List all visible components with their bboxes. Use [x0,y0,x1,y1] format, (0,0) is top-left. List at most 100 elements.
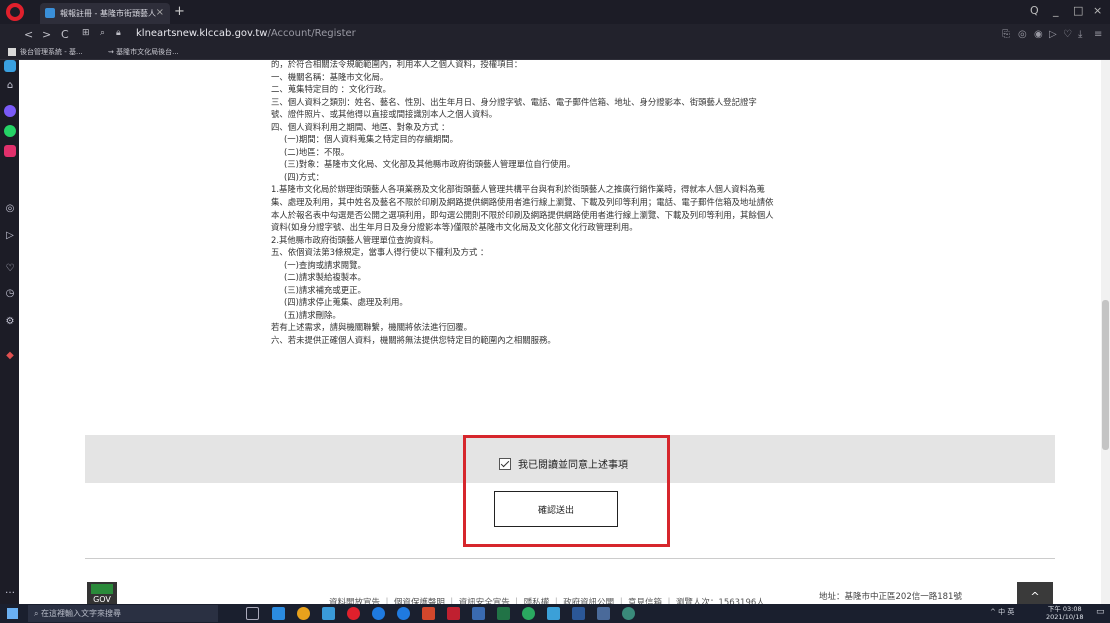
taskbar-clock[interactable]: 下午 03:08 2021/10/18 [1046,605,1083,621]
browser-sidebar: ⌂ ◎ ▷ ♡ ◷ ⚙ ◆ … [0,60,19,604]
search-tabs-icon[interactable]: Q [1030,4,1039,17]
bookmark-item[interactable]: 後台管理系統 - 基... [8,47,83,57]
powerpoint-icon[interactable] [422,607,435,620]
terms-line: (一)查詢或請求閱覽。 [284,259,366,270]
address-bar: < > C ⊞ ⌕ 🔒︎ klneartsnew.klccab.gov.tw/A… [0,24,1110,46]
back-to-top-button[interactable]: ^ [1017,582,1053,604]
terms-line: (四)方式： [284,171,325,182]
word-icon[interactable] [572,607,585,620]
tab-close-icon[interactable]: × [156,7,164,18]
footer-links[interactable]: 資料開放宣告 ｜ 個資保護聲明 ｜ 資訊安全宣告 ｜ 隱私權 ｜ 政府資訊公開 … [329,596,765,604]
terms-line: 四、個人資料利用之期間、地區、對象及方式 ： [271,121,450,132]
browser-tab-active[interactable]: 報報註冊 - 基隆市街頭藝人 × [40,3,170,24]
page-scrollbar[interactable] [1101,60,1110,604]
easy-setup-icon[interactable]: ≡ [1094,29,1102,40]
terms-line: (三)對象：基隆市文化局、文化部及其他縣市政府街頭藝人管理單位自行使用。 [284,159,576,170]
vpn-icon[interactable]: ◉ [1034,29,1043,40]
url-path: /Account/Register [267,28,356,39]
player-icon[interactable]: ▷ [1049,29,1057,40]
browser-tab-bar: 報報註冊 - 基隆市街頭藝人 × + Q _ □ × [0,0,1110,24]
photos-icon[interactable] [597,607,610,620]
notification-icon[interactable]: ▭ [1096,607,1105,617]
opera-taskbar-icon[interactable] [347,607,360,620]
send-icon[interactable]: ▷ [3,230,17,241]
terms-line: 六、若未提供正確個人資料，機關將無法提供您特定目的範圍內之相關服務。 [271,335,556,346]
terms-line: 若有上述需求，請與機關聯繫，機關將依法進行回覆。 [271,322,472,333]
edge-icon[interactable] [372,607,385,620]
gov-logo[interactable]: GOV [87,582,117,604]
whatsapp-icon[interactable] [4,125,16,137]
line-icon[interactable] [522,607,535,620]
footer-address: 地址：基隆市中正區202信一路181號 [819,592,962,602]
camera-icon[interactable]: ◎ [1018,29,1027,40]
terms-line: 三、個人資料之類別：姓名、藝名、性別、出生年月日、身分證字號、電話、電子郵件信箱… [271,96,757,107]
heart-sidebar-icon[interactable]: ♡ [3,263,17,274]
terms-line: 資料(如身分證字號、出生年月日及身分證影本等)僅限於基隆市文化局及文化部文化行政… [271,222,638,233]
terms-line: 五、依個資法第3條規定，當事人得行使以下權利及方式 ： [271,247,489,258]
bookmark-item[interactable]: ⇝ 基隆市文化局後台... [108,47,179,57]
terms-line: 1.基隆市文化局於辦理街頭藝人各項業務及文化部街頭藝人管理共構平台與有利於街頭藝… [271,184,765,195]
home-icon[interactable]: ⌂ [3,80,17,91]
windows-start-icon[interactable] [7,608,18,619]
bookmarks-bar: 後台管理系統 - 基... ⇝ 基隆市文化局後台... [0,46,1110,60]
tab-title: 報報註冊 - 基隆市街頭藝人 [60,9,156,18]
terms-line: (二)地區：不限。 [284,146,350,157]
privacy-terms-text: 的，於符合相關法令規範範圍內，利用本人之個人資料，授權項目： 一、機關名稱：基隆市… [271,60,891,347]
system-tray[interactable]: ^ 中 英 [990,607,1014,617]
terms-line: (五)請求刪除。 [284,309,341,320]
chrome-icon[interactable] [297,607,310,620]
task-view-icon[interactable] [246,607,259,620]
opera-menu-icon[interactable] [6,3,24,21]
footer-divider [85,558,1055,559]
history-icon[interactable]: ◷ [3,288,17,299]
excel-icon[interactable] [497,607,510,620]
heart-icon[interactable]: ♡ [1063,29,1072,40]
url-field[interactable]: klneartsnew.klccab.gov.tw/Account/Regist… [136,28,356,39]
minimize-button[interactable]: _ [1053,4,1059,17]
clock-date: 2021/10/18 [1046,613,1084,621]
bookmark-arrow-icon: ⇝ [108,48,117,56]
snapshot-icon[interactable]: ⎘ [1002,29,1010,40]
terms-line: (四)請求停止蒐集、處理及利用。 [284,297,408,308]
speed-dial-icon[interactable]: ⊞ [82,28,90,38]
terms-line: (三)請求補充或更正。 [284,284,366,295]
taskbar-search-input[interactable]: ⌕ 在這裡輸入文字來搜尋 [28,605,218,622]
scrollbar-thumb[interactable] [1102,300,1109,450]
new-tab-button[interactable]: + [174,4,185,19]
terms-line: 2.其他縣市政府街頭藝人管理單位查詢資料。 [271,234,439,245]
back-button[interactable]: < [24,28,33,41]
taskbar-app-icon[interactable] [547,607,560,620]
terms-line: 本人於報名表中勾選是否公開之選項利用，即勾選公開則不限於印刷及網路提供網路使用者… [271,209,774,220]
terms-line: (二)請求製給複製本。 [284,272,366,283]
search-icon: ⌕ [34,609,42,618]
tab-favicon-icon [45,8,55,18]
messenger-icon[interactable] [4,105,16,117]
terms-line: 的，於符合相關法令規範範圍內，利用本人之個人資料，授權項目： [271,60,523,69]
url-domain: klneartsnew.klccab.gov.tw [136,28,268,39]
acrobat-icon[interactable] [447,607,460,620]
taskbar-app-icon[interactable] [472,607,485,620]
page-content: 的，於符合相關法令規範範圍內，利用本人之個人資料，授權項目： 一、機關名稱：基隆市… [19,60,1101,604]
player-sidebar-icon[interactable]: ◎ [3,203,17,214]
more-icon[interactable]: … [3,585,17,596]
windows-taskbar: ⌕ 在這裡輸入文字來搜尋 ^ 中 英 下午 03:08 2021/10/18 ▭ [0,604,1110,623]
taskbar-app-icon[interactable] [272,607,285,620]
terms-line: 二、蒐集特定目的 ：文化行政。 [271,84,391,95]
clock-time: 下午 03:08 [1047,605,1082,613]
site-search-icon[interactable]: ⌕ [100,28,105,38]
settings-icon[interactable]: ⚙ [3,316,17,327]
reload-button[interactable]: C [61,28,69,41]
instagram-icon[interactable] [4,145,16,157]
taskbar-app-icon[interactable] [322,607,335,620]
forward-button[interactable]: > [42,28,51,41]
maximize-button[interactable]: □ [1073,4,1083,17]
ie-icon[interactable] [397,607,410,620]
highlight-box [463,435,670,547]
pin-icon[interactable]: ◆ [3,350,17,361]
taskbar-app-icon[interactable] [622,607,635,620]
lock-icon: 🔒︎ [116,28,121,38]
close-window-button[interactable]: × [1093,4,1102,17]
download-icon[interactable]: ⤓ [1078,29,1082,40]
workspace-icon[interactable] [4,60,16,72]
terms-line: 一、機關名稱：基隆市文化局。 [271,71,389,82]
